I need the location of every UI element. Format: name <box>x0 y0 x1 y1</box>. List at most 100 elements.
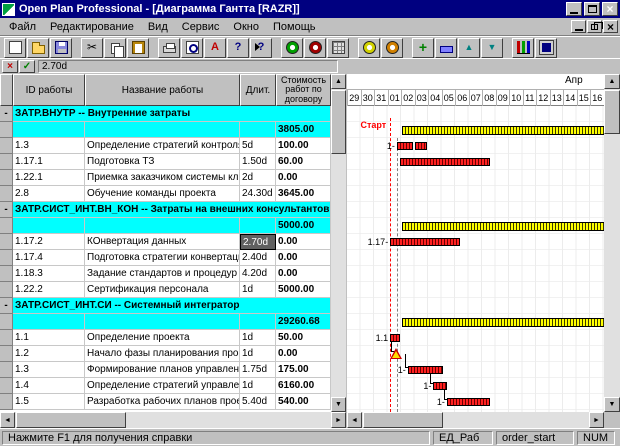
row-expander <box>0 186 13 202</box>
table-row[interactable]: 1.2Начало фазы планирования проекта1d0.0… <box>0 346 331 362</box>
open-folder-button[interactable] <box>27 38 49 58</box>
menu-редактирование[interactable]: Редактирование <box>43 19 141 35</box>
scroll-left-arrow[interactable]: ◄ <box>347 412 362 428</box>
scroll-right-arrow[interactable]: ► <box>331 412 346 428</box>
grid-vertical-scrollbar[interactable]: ▲ ▼ <box>331 74 346 412</box>
table-row[interactable]: 29260.68 <box>0 314 331 330</box>
help-button[interactable] <box>227 38 249 58</box>
gantt-vertical-scrollbar[interactable]: ▲ ▼ <box>604 74 620 412</box>
header-id[interactable]: ID работы <box>13 74 85 106</box>
calculator-button[interactable] <box>327 38 349 58</box>
task-cost: 29260.68 <box>276 314 331 330</box>
cancel-edit-button[interactable]: × <box>2 60 18 73</box>
maximize-button[interactable] <box>584 2 600 16</box>
arrow-up-button[interactable] <box>458 38 480 58</box>
clock-orange-button[interactable] <box>381 38 403 58</box>
menu-окно[interactable]: Окно <box>226 19 266 35</box>
scroll-right-arrow[interactable]: ► <box>589 412 604 428</box>
menu-файл[interactable]: Файл <box>2 19 43 35</box>
link-button[interactable] <box>435 38 457 58</box>
scroll-left-arrow[interactable]: ◄ <box>0 412 15 428</box>
table-row[interactable]: 1.22.2Сертификация персонала1d5000.00 <box>0 282 331 298</box>
table-row[interactable]: 1.3Определение стратегий контроля и отч5… <box>0 138 331 154</box>
scrollbar-thumb[interactable] <box>331 90 346 154</box>
new-file-button[interactable] <box>4 38 26 58</box>
print-button[interactable] <box>158 38 180 58</box>
table-row[interactable]: 1.18.3Задание стандартов и процедур по д… <box>0 266 331 282</box>
clock-green-button[interactable] <box>281 38 303 58</box>
gantt-horizontal-scrollbar[interactable]: ◄ ► <box>347 412 604 428</box>
close-button[interactable]: × <box>602 2 618 16</box>
header-duration[interactable]: Длит. <box>240 74 276 106</box>
menu-вид[interactable]: Вид <box>141 19 175 35</box>
summary-bar[interactable] <box>402 126 604 135</box>
minimize-button[interactable] <box>566 2 582 16</box>
table-row[interactable]: -ЗАТР.ВНУТР -- Внутренние затраты <box>0 106 331 122</box>
monitor-button[interactable] <box>535 38 557 58</box>
header-name[interactable]: Название работы <box>85 74 240 106</box>
menu-помощь[interactable]: Помощь <box>266 19 323 35</box>
task-id <box>13 218 85 234</box>
accept-edit-button[interactable]: ✓ <box>19 60 35 73</box>
child-minimize-button[interactable] <box>571 20 586 33</box>
summary-bar[interactable] <box>402 222 604 231</box>
table-row[interactable]: 1.17.4Подготовка стратегии конвертации2.… <box>0 250 331 266</box>
scroll-down-arrow[interactable]: ▼ <box>331 397 346 412</box>
table-row[interactable]: 1.17.2КОнвертация данных2.70d0.00 <box>0 234 331 250</box>
table-row[interactable]: 3805.00 <box>0 122 331 138</box>
menu-сервис[interactable]: Сервис <box>175 19 227 35</box>
row-expander[interactable]: - <box>0 202 13 218</box>
table-row[interactable]: 5000.00 <box>0 218 331 234</box>
task-bar[interactable] <box>390 334 399 342</box>
scrollbar-thumb[interactable] <box>604 90 620 134</box>
task-bar[interactable] <box>415 142 426 150</box>
arrow-down-button[interactable] <box>481 38 503 58</box>
header-cost[interactable]: Стоимость работ по договору <box>276 74 331 106</box>
scroll-down-arrow[interactable]: ▼ <box>604 397 620 412</box>
scrollbar-thumb[interactable] <box>363 412 443 428</box>
table-row[interactable]: 1.5Разработка рабочих планов проекта5.40… <box>0 394 331 410</box>
task-bar[interactable] <box>390 238 460 246</box>
table-row[interactable]: 2.8Обучение команды проекта24.30d3645.00 <box>0 186 331 202</box>
day-header: 10 <box>509 90 523 106</box>
task-bar[interactable] <box>400 158 490 166</box>
copy-button[interactable] <box>104 38 126 58</box>
scroll-up-arrow[interactable]: ▲ <box>331 74 346 89</box>
paste-button[interactable] <box>127 38 149 58</box>
grid-horizontal-scrollbar[interactable]: ◄ ► <box>0 412 346 428</box>
save-button[interactable] <box>50 38 72 58</box>
cut-button[interactable] <box>81 38 103 58</box>
scrollbar-thumb[interactable] <box>16 412 126 428</box>
summary-bar[interactable] <box>402 318 604 327</box>
format-font-button[interactable] <box>204 38 226 58</box>
context-help-button[interactable] <box>250 38 272 58</box>
barchart-button[interactable] <box>512 38 534 58</box>
task-bar[interactable] <box>397 142 413 150</box>
row-expander[interactable]: - <box>0 298 13 314</box>
table-row[interactable]: -ЗАТР.СИСТ_ИНТ.СИ -- Системный интеграто… <box>0 298 331 314</box>
task-bar[interactable] <box>433 382 447 390</box>
child-restore-button[interactable] <box>587 20 602 33</box>
table-row[interactable]: 1.1Определение проекта1d50.00 <box>0 330 331 346</box>
clock-red-button[interactable] <box>304 38 326 58</box>
child-close-button[interactable]: × <box>603 20 618 33</box>
task-duration: 5.40d <box>240 394 276 410</box>
row-expander[interactable]: - <box>0 106 13 122</box>
table-row[interactable]: -ЗАТР.СИСТ_ИНТ.ВН_КОН -- Затраты на внеш… <box>0 202 331 218</box>
cell-edit-field[interactable]: 2.70d <box>38 60 338 73</box>
task-bar[interactable] <box>408 366 443 374</box>
table-row[interactable]: 1.22.1Приемка заказчиком системы клиент2… <box>0 170 331 186</box>
task-bar[interactable] <box>447 398 490 406</box>
edit-bar: × ✓ 2.70d <box>0 58 620 74</box>
print-preview-button[interactable] <box>181 38 203 58</box>
start-line-label: Старт <box>350 120 386 130</box>
scroll-up-arrow[interactable]: ▲ <box>604 74 620 89</box>
day-header: 08 <box>482 90 496 106</box>
table-row[interactable]: 1.3Формирование планов управления1.75d17… <box>0 362 331 378</box>
table-row[interactable]: 1.17.1Подготовка ТЗ1.50d60.00 <box>0 154 331 170</box>
clock-yellow-button[interactable] <box>358 38 380 58</box>
table-row[interactable]: 1.4Определение стратегий управления и1d6… <box>0 378 331 394</box>
milestone-icon[interactable] <box>390 348 402 359</box>
plus-button[interactable] <box>412 38 434 58</box>
task-duration[interactable]: 2.70d <box>240 234 276 250</box>
